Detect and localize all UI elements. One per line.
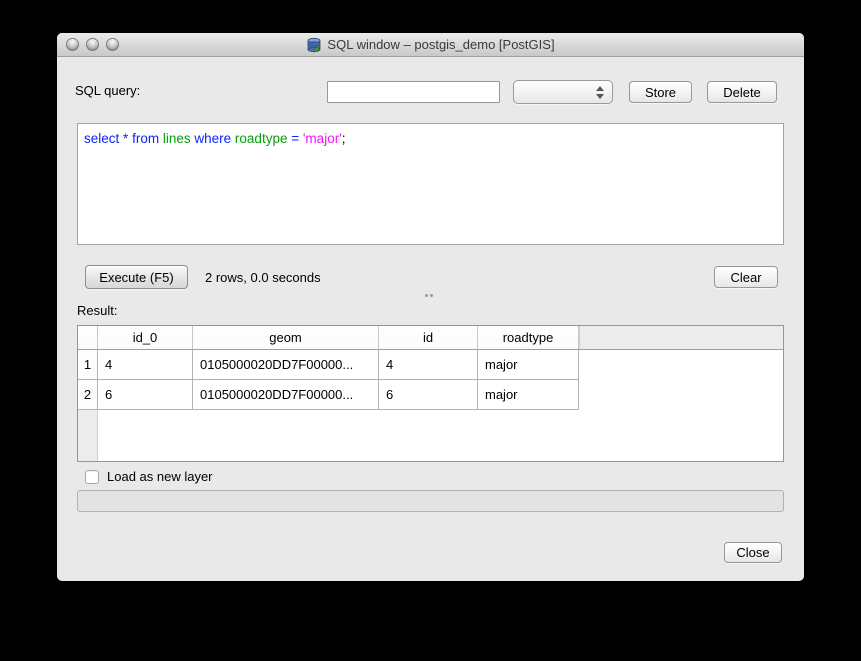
table-corner-header[interactable]: [78, 326, 98, 349]
sql-code: select * from lines where roadtype = 'ma…: [78, 124, 783, 153]
sql-query-label: SQL query:: [75, 83, 140, 98]
stored-query-select[interactable]: [513, 80, 613, 104]
table-cell[interactable]: 4: [98, 350, 193, 380]
window-title-text: SQL window – postgis_demo [PostGIS]: [327, 37, 554, 52]
column-header-id[interactable]: id: [379, 326, 478, 349]
sql-token: ;: [342, 131, 346, 146]
title-bar[interactable]: SQL window – postgis_demo [PostGIS]: [57, 33, 804, 57]
execute-button[interactable]: Execute (F5): [85, 265, 188, 289]
column-header-roadtype[interactable]: roadtype: [478, 326, 579, 349]
zoom-window-button[interactable]: [106, 38, 119, 51]
layer-name-input: [77, 490, 784, 512]
sql-token: =: [287, 131, 302, 146]
sql-editor[interactable]: select * from lines where roadtype = 'ma…: [77, 123, 784, 245]
delete-button[interactable]: Delete: [707, 81, 777, 103]
traffic-lights: [66, 38, 119, 51]
window-title: SQL window – postgis_demo [PostGIS]: [306, 37, 554, 53]
sql-token: lines: [163, 131, 191, 146]
load-as-new-layer-checkbox[interactable]: [85, 470, 99, 484]
close-window-button[interactable]: [66, 38, 79, 51]
table-cell[interactable]: 0105000020DD7F00000...: [193, 380, 379, 410]
sql-token: select: [84, 131, 119, 146]
query-status-text: 2 rows, 0.0 seconds: [205, 270, 321, 285]
store-button[interactable]: Store: [629, 81, 692, 103]
column-header-id_0[interactable]: id_0: [98, 326, 193, 349]
select-arrows-icon: [596, 86, 604, 99]
table-header-filler: [579, 326, 783, 349]
table-cell[interactable]: 4: [379, 350, 478, 380]
sql-token: where: [194, 131, 231, 146]
table-cell[interactable]: 0105000020DD7F00000...: [193, 350, 379, 380]
minimize-window-button[interactable]: [86, 38, 99, 51]
table-row[interactable]: 2 6 0105000020DD7F00000... 6 major: [78, 380, 783, 410]
table-row[interactable]: 1 4 0105000020DD7F00000... 4 major: [78, 350, 783, 380]
result-table: id_0 geom id roadtype 1 4 0105000020DD7F…: [77, 325, 784, 462]
vertical-header-strip: [78, 410, 98, 462]
table-cell[interactable]: major: [478, 350, 579, 380]
sql-token: from: [132, 131, 159, 146]
result-label: Result:: [77, 303, 117, 318]
row-number-cell[interactable]: 1: [78, 350, 98, 380]
load-as-new-layer-label: Load as new layer: [107, 469, 213, 484]
sql-token: 'major': [303, 131, 342, 146]
row-number-cell[interactable]: 2: [78, 380, 98, 410]
table-cell[interactable]: major: [478, 380, 579, 410]
column-header-geom[interactable]: geom: [193, 326, 379, 349]
close-button[interactable]: Close: [724, 542, 782, 563]
table-cell[interactable]: 6: [98, 380, 193, 410]
table-empty-area: [78, 410, 783, 462]
database-icon: [306, 37, 322, 53]
splitter-handle[interactable]: [423, 293, 435, 298]
sql-window: SQL window – postgis_demo [PostGIS] SQL …: [57, 33, 804, 581]
table-cell[interactable]: 6: [379, 380, 478, 410]
query-name-input[interactable]: [327, 81, 500, 103]
sql-token: roadtype: [235, 131, 288, 146]
clear-button[interactable]: Clear: [714, 266, 778, 288]
load-as-new-layer-row: Load as new layer: [85, 469, 213, 484]
table-header-row: id_0 geom id roadtype: [78, 326, 783, 350]
